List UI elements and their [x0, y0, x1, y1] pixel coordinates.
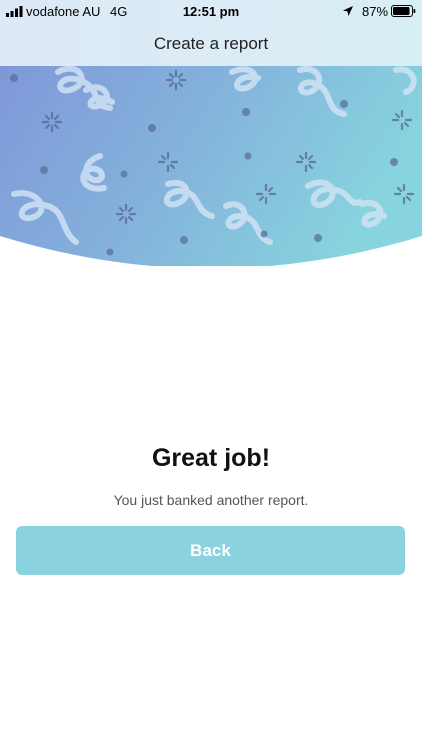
battery-icon — [391, 5, 416, 17]
page-title: Create a report — [153, 34, 269, 53]
status-bar: vodafone AU 4G 12:51 pm 87% — [0, 0, 422, 24]
success-message: You just banked another report. — [113, 492, 309, 508]
back-button[interactable]: Back — [16, 526, 405, 575]
status-time: 12:51 pm — [182, 4, 240, 19]
success-headline: Great job! — [151, 444, 271, 472]
battery-percent: 87% — [362, 4, 389, 19]
top-header: vodafone AU 4G 12:51 pm 87% Create a rep… — [0, 0, 422, 66]
confetti-banner — [0, 66, 422, 266]
location-arrow-icon — [343, 6, 353, 16]
